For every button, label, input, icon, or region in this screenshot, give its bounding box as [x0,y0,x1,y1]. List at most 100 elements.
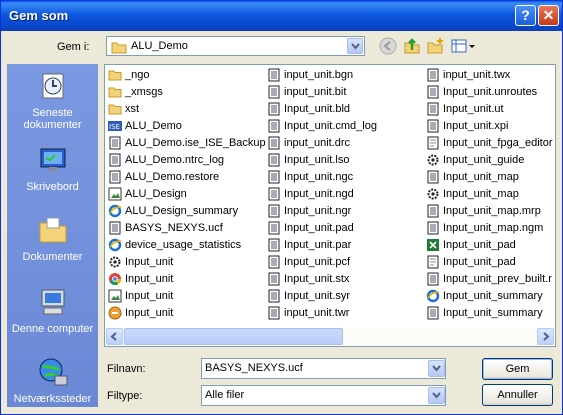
file-name: ALU_Design_summary [125,205,239,217]
help-button[interactable]: ? [515,5,536,26]
text-file-icon [267,136,281,150]
file-name: input_unit.drc [284,137,351,149]
folder-file-icon [108,85,122,99]
chevron-down-icon[interactable] [347,38,363,54]
file-name: Input_unit [125,256,174,268]
cancel-button[interactable]: Annuller [482,384,553,406]
file-name: input_unit.bit [284,86,347,98]
file-name: Input_unit.xpi [443,120,509,132]
place-label: Seneste dokumenter [23,107,82,131]
file-name: Input_unit [125,307,174,319]
file-name: input_unit.bgn [284,69,354,81]
file-name: ALU_Demo.ise_ISE_Backup [125,137,266,149]
file-name: xst [125,103,140,115]
file-name: Input_unit_map.ngm [443,222,544,234]
text-file-icon [267,204,281,218]
text-file-icon [426,204,440,218]
file-name: Input_unit_fpga_editor [443,137,553,149]
file-name: Input_unit.stx [284,273,350,285]
chevron-down-icon[interactable] [428,360,445,377]
ie-file-icon [108,238,122,252]
file-name: ALU_Design [125,188,187,200]
recent-documents-icon [42,73,63,99]
file-name: Input_unit_map.mrp [443,205,541,217]
file-name: Input_unit_map [443,171,519,183]
place-desktop[interactable]: Skrivebord [7,144,98,193]
place-recent-documents[interactable]: Seneste dokumenter [7,70,98,131]
place-my-computer[interactable]: Denne computer [7,286,98,335]
filename-label: Filnavn: [107,363,146,375]
file-name: _xmsgs [125,86,163,98]
file-name: Input_unit.syr [284,290,351,302]
save-in-dropdown[interactable]: ALU_Demo [106,36,365,56]
save-button[interactable]: Gem [482,358,553,380]
chevron-left-icon [110,332,117,341]
scroll-left-button[interactable] [106,328,123,345]
my-documents-icon [39,217,66,243]
file-name: Input_unit.cmd_log [284,120,377,132]
text-file-icon [426,306,440,320]
file-name: Input_unit_pad [443,256,516,268]
file-name: _ngo [125,69,150,81]
file-name: Input_unit_map [443,188,519,200]
file-name: input_unit.twr [284,307,350,319]
up-folder-icon[interactable] [403,37,421,55]
excel-file-icon [426,238,440,252]
folder-file-icon [108,102,122,116]
file-name: ALU_Demo.ntrc_log [125,154,225,166]
horizontal-scrollbar[interactable] [106,328,554,345]
text-file-icon [267,238,281,252]
scroll-right-button[interactable] [537,328,554,345]
filetype-dropdown[interactable]: Alle filer [201,385,446,406]
file-name: Input_unit [125,273,174,285]
text-file-icon [267,221,281,235]
view-menu-icon[interactable] [451,37,475,55]
file-list[interactable]: _ngo _xmsgs xst ISE ALU_Demo ALU_Demo.ise_ISE… [104,64,556,347]
place-network[interactable]: Netværkssteder [7,356,98,405]
place-documents[interactable]: Dokumenter [7,214,98,263]
gear-file-icon [426,187,440,201]
my-computer-icon [41,289,64,315]
file-name: Input_unit_guide [443,154,525,166]
title-bar[interactable]: Gem som ? ✕ [1,1,562,31]
back-icon[interactable] [379,37,397,55]
text-file-icon [108,170,122,184]
new-folder-icon[interactable] [427,37,445,55]
file-name: Input_unit [125,290,174,302]
places-bar: Seneste dokumenter Skrivebord Dokumenter… [7,64,98,407]
filename-value: BASYS_NEXYS.ucf [205,362,303,374]
folder-icon [111,42,127,54]
text-file-icon [108,136,122,150]
text-file-icon [426,85,440,99]
orange-file-icon [108,306,122,320]
place-label: Netværkssteder [13,393,92,405]
scroll-thumb[interactable] [124,328,343,345]
file-name: Input_unit.pad [284,222,354,234]
file-name: Input_unit_summary [443,290,543,302]
chevron-down-icon[interactable] [428,387,445,404]
ise-file-icon: ISE [108,119,122,133]
file-name: Input_unit.ngc [284,171,354,183]
file-name: device_usage_statistics [125,239,242,251]
place-label: Denne computer [11,323,94,335]
save-in-label: Gem i: [57,41,90,53]
file-name: Input_unit.ngd [284,188,354,200]
text-file-icon [426,170,440,184]
file-name: Input_unit.lso [284,154,350,166]
desktop-icon [40,148,65,171]
text-file-icon [267,102,281,116]
chevron-right-icon [543,332,550,341]
text-file-icon [267,119,281,133]
text-file-icon [267,68,281,82]
save-as-dialog: Gem som ? ✕ Gem i: ALU_Demo Seneste doku… [0,0,563,415]
filetype-value: Alle filer [205,389,245,401]
text-file-icon [267,153,281,167]
image-file-icon [108,289,122,303]
close-button[interactable]: ✕ [538,5,559,26]
text-file-icon [267,289,281,303]
file-name: Input_unit_prev_built.r [443,273,552,285]
window-title: Gem som [9,8,69,23]
ie-file-icon [426,289,440,303]
ie-file-icon [108,204,122,218]
filename-field[interactable]: BASYS_NEXYS.ucf [201,358,446,379]
